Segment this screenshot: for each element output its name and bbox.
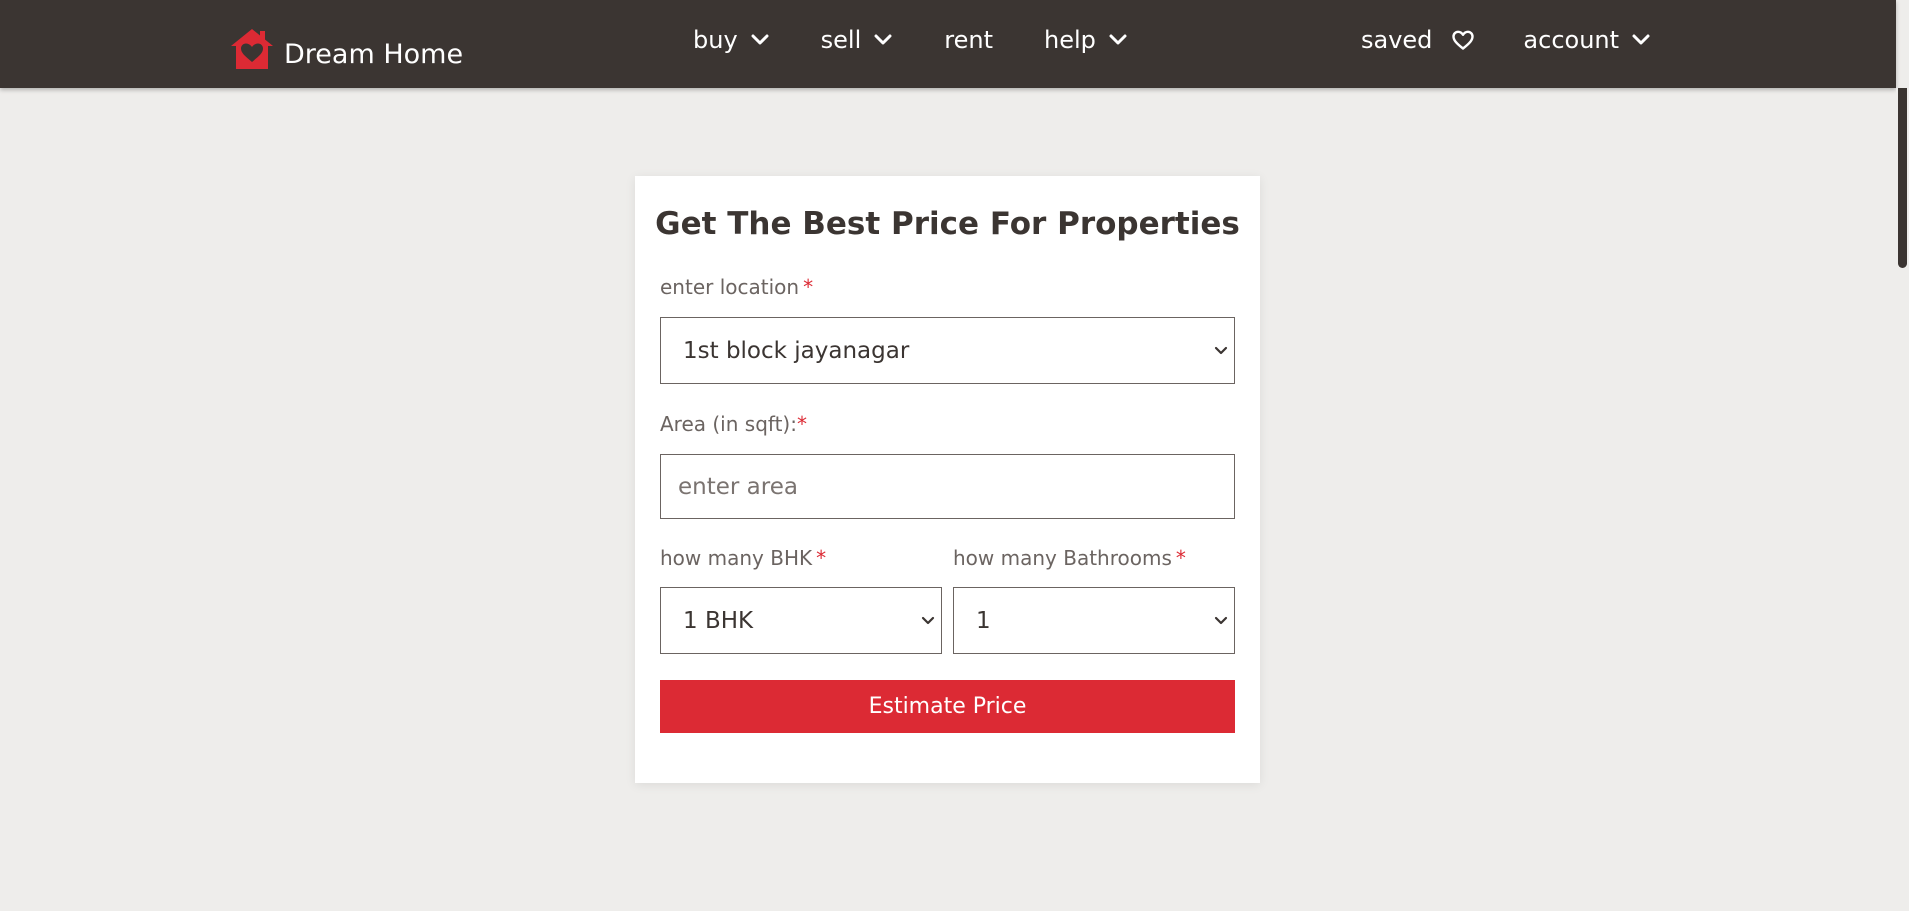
- chevron-down-icon: [921, 616, 935, 624]
- location-select[interactable]: 1st block jayanagar: [660, 317, 1235, 384]
- bathrooms-selected-value: 1: [976, 607, 991, 634]
- chevron-down-icon: [751, 34, 769, 45]
- location-selected-value: 1st block jayanagar: [683, 337, 910, 364]
- required-marker: *: [816, 546, 827, 570]
- nav-help[interactable]: help: [1044, 26, 1128, 54]
- top-navbar: Dream Home buy sell rent help saved acco…: [0, 0, 1896, 88]
- area-input-placeholder: enter area: [678, 473, 798, 500]
- chevron-down-icon: [1214, 346, 1228, 354]
- heart-outline-icon: [1452, 30, 1475, 50]
- nav-account[interactable]: account: [1523, 26, 1651, 54]
- nav-rent-label: rent: [944, 26, 993, 54]
- estimate-price-button[interactable]: Estimate Price: [660, 680, 1235, 733]
- main-nav: buy sell rent help: [693, 0, 1179, 80]
- bhk-select[interactable]: 1 BHK: [660, 587, 942, 654]
- required-marker: *: [803, 275, 814, 299]
- area-input[interactable]: enter area: [660, 454, 1235, 519]
- area-label: Area (in sqft):*: [660, 412, 807, 436]
- nav-buy[interactable]: buy: [693, 26, 770, 54]
- brand-logo[interactable]: Dream Home: [229, 12, 463, 72]
- nav-account-label: account: [1523, 26, 1620, 54]
- bhk-label: how many BHK *: [660, 546, 826, 570]
- chevron-down-icon: [1214, 616, 1228, 624]
- chevron-down-icon: [874, 34, 892, 45]
- location-label: enter location *: [660, 275, 813, 299]
- form-title: Get The Best Price For Properties: [655, 206, 1240, 242]
- nav-buy-label: buy: [693, 26, 738, 54]
- chevron-down-icon: [1632, 34, 1650, 45]
- required-marker: *: [796, 412, 807, 436]
- user-nav: saved account: [1361, 0, 1699, 80]
- bathrooms-select[interactable]: 1: [953, 587, 1235, 654]
- price-estimate-card: Get The Best Price For Properties enter …: [635, 176, 1260, 783]
- required-marker: *: [1175, 546, 1186, 570]
- scrollbar-thumb[interactable]: [1898, 88, 1907, 268]
- nav-sell-label: sell: [820, 26, 862, 54]
- bathrooms-label-text: how many Bathrooms: [953, 546, 1172, 570]
- nav-saved-label: saved: [1361, 26, 1433, 54]
- nav-rent[interactable]: rent: [944, 26, 993, 54]
- page-scrollbar[interactable]: [1896, 88, 1909, 911]
- brand-name: Dream Home: [284, 39, 464, 70]
- bhk-selected-value: 1 BHK: [683, 607, 754, 634]
- nav-help-label: help: [1044, 26, 1096, 54]
- chevron-down-icon: [1109, 34, 1127, 45]
- location-label-text: enter location: [660, 275, 800, 299]
- bathrooms-label: how many Bathrooms *: [953, 546, 1186, 570]
- bhk-label-text: how many BHK: [660, 546, 813, 570]
- nav-sell[interactable]: sell: [821, 26, 894, 54]
- nav-saved[interactable]: saved: [1361, 26, 1475, 54]
- house-heart-icon: [231, 29, 273, 69]
- area-label-text: Area (in sqft):: [660, 412, 797, 436]
